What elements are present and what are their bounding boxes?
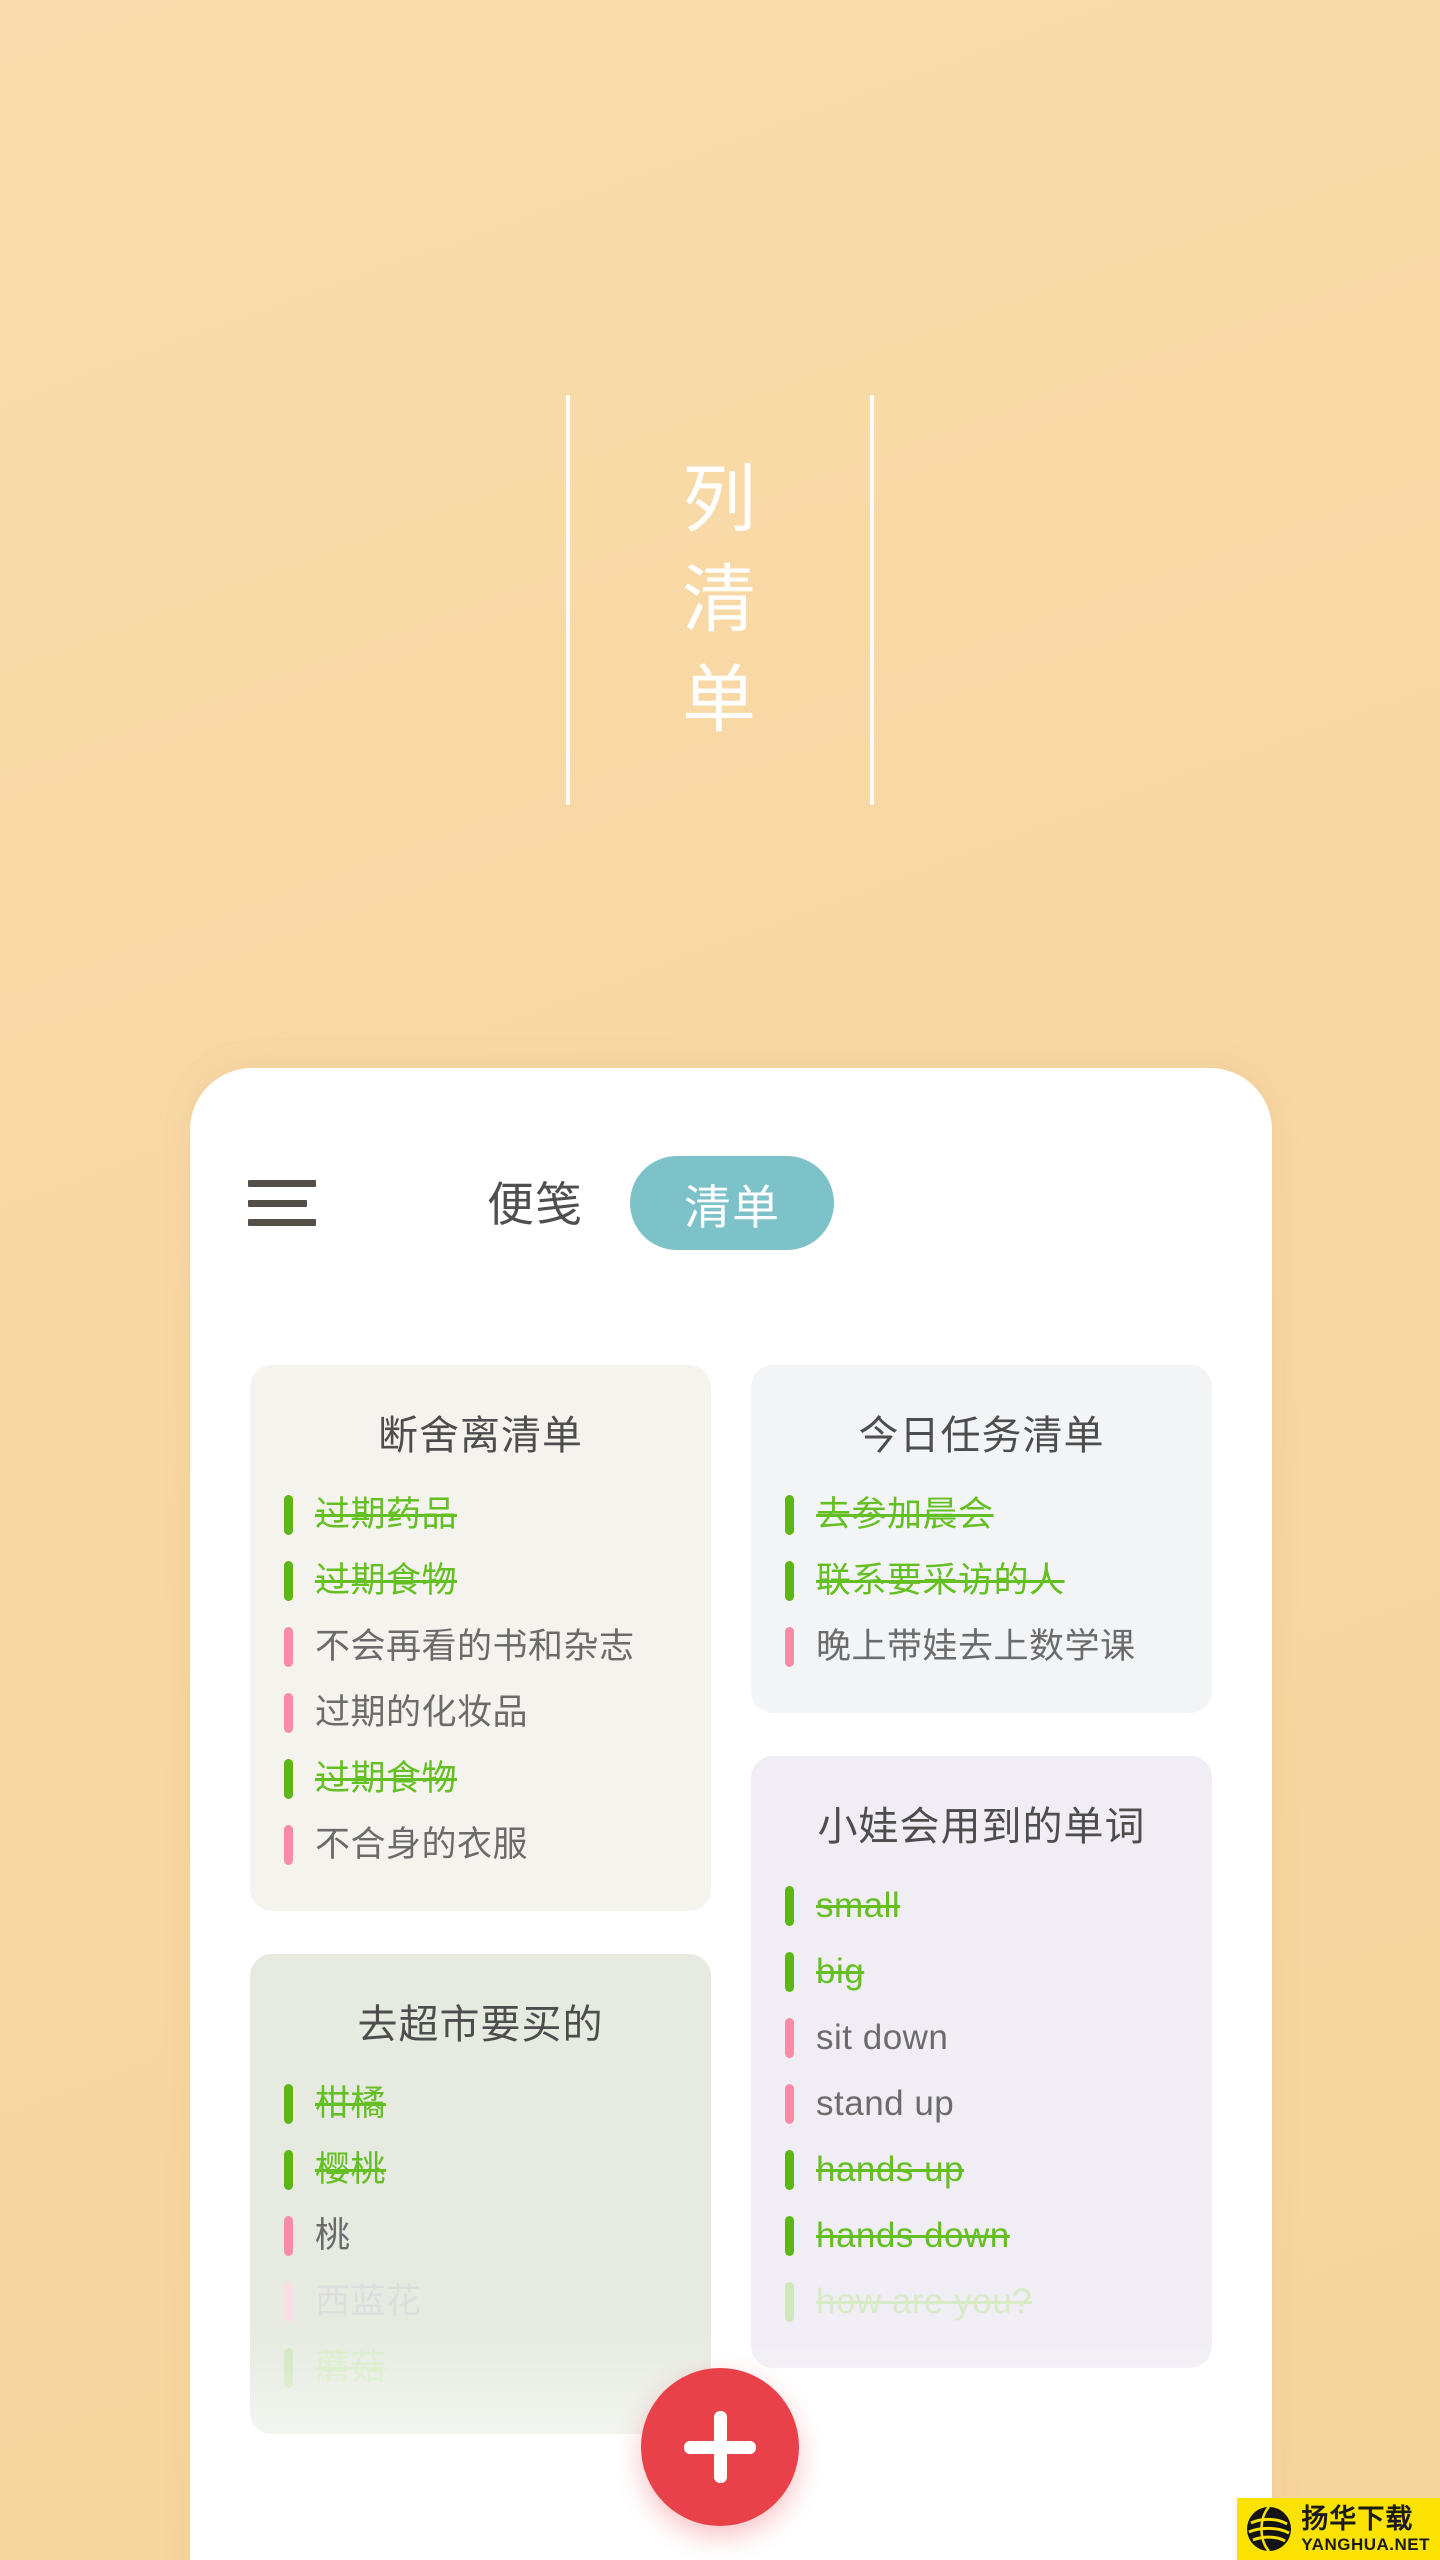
status-bar	[785, 1627, 794, 1667]
list-item[interactable]: hands down	[785, 2216, 1178, 2256]
status-bar	[785, 2084, 794, 2124]
status-bar	[785, 1886, 794, 1926]
list-item-label: 过期食物	[315, 1560, 458, 1600]
app-root: 列 清 单 便笺 清单 断舍离清单 过期药品 过期食物 不会再看的书和杂志 过期…	[0, 0, 1440, 2560]
list-item[interactable]: 过期食物	[284, 1561, 677, 1601]
list-item-label: 西蓝花	[315, 2281, 422, 2321]
list-item-label: 樱桃	[315, 2149, 387, 2189]
board-column-left: 断舍离清单 过期药品 过期食物 不会再看的书和杂志 过期的化妆品 过期食物 不合…	[250, 1365, 711, 2560]
watermark: 扬华下载 YANGHUA.NET	[1237, 2498, 1440, 2560]
status-bar	[284, 2084, 293, 2124]
list-item[interactable]: how are you?	[785, 2282, 1178, 2322]
watermark-en: YANGHUA.NET	[1301, 2534, 1430, 2554]
plus-icon	[684, 2411, 756, 2483]
list-items: 去参加晨会 联系要采访的人 晚上带娃去上数学课	[785, 1495, 1178, 1667]
list-item-label: 晚上带娃去上数学课	[816, 1626, 1136, 1666]
status-bar	[284, 1561, 293, 1601]
tab-bar: 便笺 清单	[190, 1068, 1272, 1308]
hamburger-menu-icon[interactable]	[248, 1180, 316, 1226]
list-item[interactable]: 蘑菇	[284, 2348, 677, 2388]
add-list-button[interactable]	[641, 2368, 799, 2526]
list-item[interactable]: 不合身的衣服	[284, 1825, 677, 1865]
status-bar	[785, 1495, 794, 1535]
content-sheet: 便笺 清单 断舍离清单 过期药品 过期食物 不会再看的书和杂志 过期的化妆品 过…	[190, 1068, 1272, 2560]
list-card[interactable]: 去超市要买的 柑橘 樱桃 桃 西蓝花 蘑菇	[250, 1954, 711, 2434]
list-item-label: 不会再看的书和杂志	[315, 1626, 635, 1666]
list-item-label: sit down	[816, 2017, 949, 2057]
status-bar	[785, 1952, 794, 1992]
list-item[interactable]: hands up	[785, 2150, 1178, 2190]
status-bar	[284, 2348, 293, 2388]
hero-banner: 列 清 单	[0, 0, 1440, 1070]
list-item-label: hands up	[816, 2149, 965, 2189]
list-card-title: 今日任务清单	[858, 1414, 1105, 1458]
status-bar	[284, 2216, 293, 2256]
globe-logo-icon	[1245, 2505, 1293, 2553]
list-item[interactable]: 西蓝花	[284, 2282, 677, 2322]
list-item-label: hands down	[816, 2215, 1010, 2255]
page-title-char-2: 清	[682, 558, 758, 641]
list-item-label: big	[816, 1951, 865, 1991]
list-item-label: stand up	[816, 2083, 955, 2123]
status-bar	[785, 1561, 794, 1601]
list-card-title: 断舍离清单	[378, 1414, 583, 1458]
list-item-label: 过期药品	[315, 1494, 458, 1534]
status-bar	[284, 1825, 293, 1865]
list-card[interactable]: 断舍离清单 过期药品 过期食物 不会再看的书和杂志 过期的化妆品 过期食物 不合…	[250, 1365, 711, 1911]
status-bar	[785, 2282, 794, 2322]
list-item[interactable]: 过期食物	[284, 1759, 677, 1799]
list-item-label: 过期的化妆品	[315, 1692, 529, 1732]
status-bar	[785, 2216, 794, 2256]
list-card-title: 小娃会用到的单词	[817, 1805, 1146, 1849]
list-item-label: 柑橘	[315, 2083, 387, 2123]
vertical-rule-left-icon	[566, 395, 570, 805]
vertical-rule-right-icon	[870, 395, 874, 805]
list-item[interactable]: stand up	[785, 2084, 1178, 2124]
status-bar	[284, 1627, 293, 1667]
list-item[interactable]: 柑橘	[284, 2084, 677, 2124]
list-item-label: 联系要采访的人	[816, 1560, 1065, 1600]
list-item-label: 桃	[315, 2215, 351, 2255]
watermark-cn: 扬华下载	[1301, 2503, 1414, 2534]
status-bar	[284, 1759, 293, 1799]
list-item[interactable]: big	[785, 1952, 1178, 1992]
status-bar	[284, 2150, 293, 2190]
list-items: 过期药品 过期食物 不会再看的书和杂志 过期的化妆品 过期食物 不合身的衣服	[284, 1495, 677, 1865]
list-card-title: 去超市要买的	[357, 2003, 604, 2047]
list-item-label: how are you?	[816, 2281, 1033, 2321]
list-item-label: small	[816, 1885, 901, 1925]
list-item[interactable]: 过期的化妆品	[284, 1693, 677, 1733]
list-item[interactable]: small	[785, 1886, 1178, 1926]
tab-notes[interactable]: 便笺	[487, 1166, 583, 1235]
list-card[interactable]: 小娃会用到的单词 small big sit down stand up han…	[751, 1756, 1212, 2368]
list-items: 柑橘 樱桃 桃 西蓝花 蘑菇	[284, 2084, 677, 2388]
status-bar	[284, 1693, 293, 1733]
list-item[interactable]: sit down	[785, 2018, 1178, 2058]
board-column-right: 今日任务清单 去参加晨会 联系要采访的人 晚上带娃去上数学课 小娃会用到的单词 …	[751, 1365, 1212, 2560]
status-bar	[284, 1495, 293, 1535]
status-bar	[284, 2282, 293, 2322]
status-bar	[785, 2018, 794, 2058]
status-bar	[785, 2150, 794, 2190]
list-item[interactable]: 去参加晨会	[785, 1495, 1178, 1535]
list-item[interactable]: 不会再看的书和杂志	[284, 1627, 677, 1667]
list-item[interactable]: 桃	[284, 2216, 677, 2256]
page-title: 列 清 单	[570, 395, 870, 805]
list-item-label: 去参加晨会	[816, 1494, 994, 1534]
list-card[interactable]: 今日任务清单 去参加晨会 联系要采访的人 晚上带娃去上数学课	[751, 1365, 1212, 1713]
list-item[interactable]: 过期药品	[284, 1495, 677, 1535]
page-title-char-3: 单	[682, 658, 758, 741]
list-items: small big sit down stand up hands up han…	[785, 1886, 1178, 2322]
list-item[interactable]: 樱桃	[284, 2150, 677, 2190]
list-item-label: 过期食物	[315, 1758, 458, 1798]
page-title-char-1: 列	[682, 458, 758, 541]
list-item[interactable]: 联系要采访的人	[785, 1561, 1178, 1601]
tab-lists[interactable]: 清单	[630, 1156, 834, 1250]
list-item-label: 不合身的衣服	[315, 1824, 529, 1864]
list-item-label: 蘑菇	[315, 2347, 387, 2387]
list-item[interactable]: 晚上带娃去上数学课	[785, 1627, 1178, 1667]
